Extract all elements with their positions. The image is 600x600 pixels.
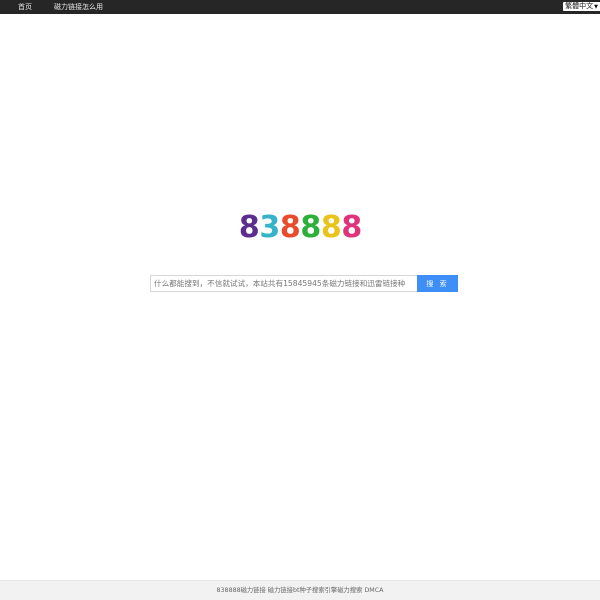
logo-digit: 8: [300, 210, 321, 245]
logo-digit: 8: [279, 210, 301, 245]
footer-link-site[interactable]: 838888磁力链接: [217, 587, 266, 594]
logo-digit: 3: [259, 210, 280, 245]
logo-digit: 8: [238, 210, 260, 245]
triangle-down-icon: ▼: [594, 4, 598, 10]
language-select[interactable]: 繁體中文▼: [563, 2, 600, 11]
footer-link-dmca[interactable]: DMCA: [364, 587, 383, 594]
top-nav-bar: 首页 磁力链接怎么用 繁體中文▼: [0, 0, 600, 14]
footer-link-search-engine[interactable]: 磁力链接bt种子搜索引擎磁力搜索: [268, 587, 363, 594]
search-button[interactable]: 搜 索: [417, 275, 458, 292]
logo-digit: 8: [341, 210, 362, 245]
footer: 838888磁力链接 磁力链接bt种子搜索引擎磁力搜索 DMCA: [0, 580, 600, 600]
site-logo[interactable]: 838888: [0, 208, 600, 248]
search-input[interactable]: [150, 275, 417, 292]
nav-home-link[interactable]: 首页: [18, 0, 32, 14]
language-selected-value: 繁體中文: [565, 2, 594, 10]
nav-howto-link[interactable]: 磁力链接怎么用: [54, 0, 103, 14]
logo-digit: 8: [320, 210, 342, 245]
